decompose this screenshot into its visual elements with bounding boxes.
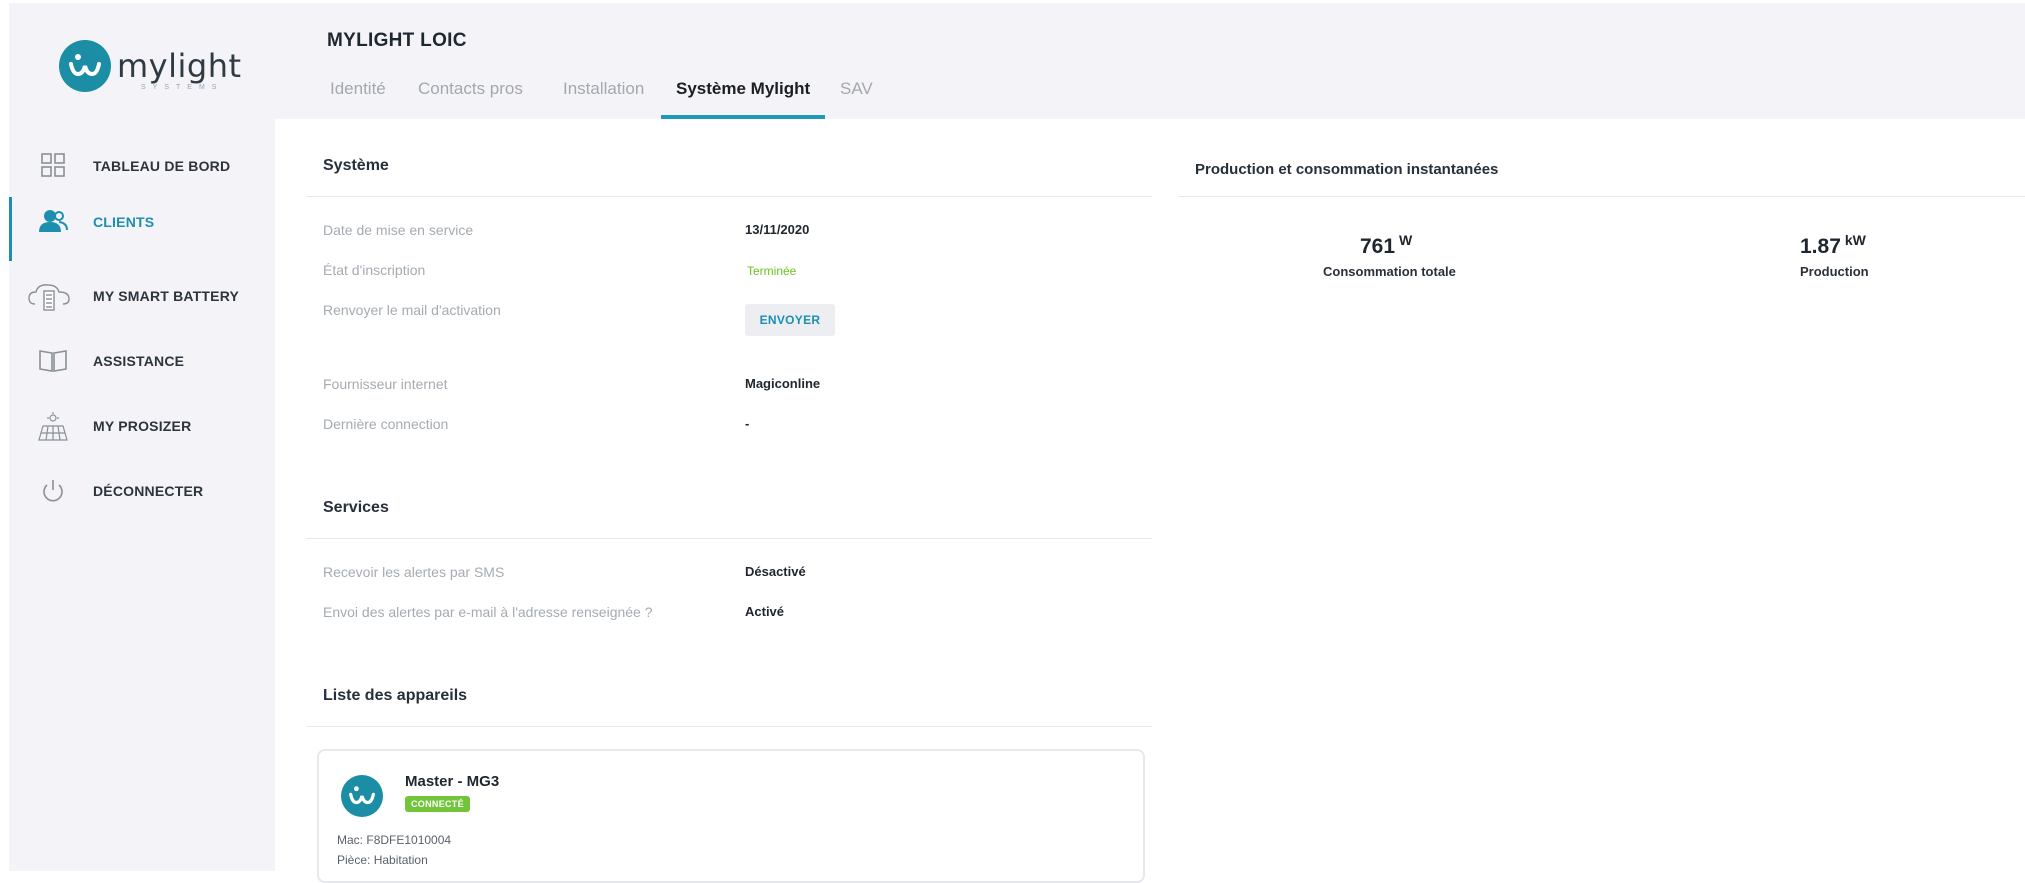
divider xyxy=(1178,196,2025,197)
sidebar-item-label: ASSISTANCE xyxy=(93,353,185,369)
device-logo-icon xyxy=(341,775,383,817)
status-badge: CONNECTÉ xyxy=(405,796,470,812)
field-label: Dernière connection xyxy=(323,416,449,432)
production-unit: kW xyxy=(1844,232,1866,248)
tab-contacts-pros[interactable]: Contacts pros xyxy=(403,75,538,119)
derniere-connection-value: - xyxy=(745,416,750,431)
sidebar-item-my-smart-battery[interactable]: MY SMART BATTERY xyxy=(9,271,275,321)
field-label: Fournisseur internet xyxy=(323,376,448,392)
tab-identite[interactable]: Identité xyxy=(315,75,401,119)
send-activation-button[interactable]: ENVOYER xyxy=(745,304,835,336)
production-label: Production xyxy=(1800,264,1869,279)
date-mise-en-service-value: 13/11/2020 xyxy=(745,222,810,237)
divider xyxy=(306,726,1152,727)
page-title: MYLIGHT LOIC xyxy=(327,30,467,51)
field-label: Date de mise en service xyxy=(323,222,474,238)
production-value: 1.87 kW xyxy=(1800,232,1866,259)
production-number: 1.87 xyxy=(1800,235,1841,258)
field-label: Envoi des alertes par e-mail à l'adresse… xyxy=(323,604,653,620)
sidebar: mylight SYSTEMS TABLEAU DE BORD CLIENTS xyxy=(9,3,275,871)
field-label: Recevoir les alertes par SMS xyxy=(323,564,505,580)
grid-icon xyxy=(37,152,69,180)
device-room-label: Pièce: xyxy=(337,853,371,867)
users-icon xyxy=(37,208,69,236)
device-mac-label: Mac: xyxy=(337,833,364,847)
etat-inscription-value: Terminée xyxy=(747,264,797,278)
sidebar-item-label: CLIENTS xyxy=(93,214,155,230)
fournisseur-internet-value: Magiconline xyxy=(745,376,821,391)
device-room: Pièce: Habitation xyxy=(337,853,428,867)
tab-installation[interactable]: Installation xyxy=(548,75,659,119)
client-header: MYLIGHT LOIC Identité Contacts pros Inst… xyxy=(275,3,2025,119)
field-label: État d'inscription xyxy=(323,262,426,278)
sidebar-item-label: DÉCONNECTER xyxy=(93,483,204,499)
power-icon xyxy=(37,477,69,505)
tab-sav[interactable]: SAV xyxy=(825,75,888,119)
tab-systeme-mylight[interactable]: Système Mylight xyxy=(661,75,826,119)
sidebar-item-my-prosizer[interactable]: MY PROSIZER xyxy=(9,401,275,451)
sidebar-item-label: MY PROSIZER xyxy=(93,418,192,434)
solar-panel-icon xyxy=(37,412,69,441)
brand-subtitle: SYSTEMS xyxy=(141,84,224,91)
sms-alerts-value: Désactivé xyxy=(745,564,806,579)
device-mac: Mac: F8DFE1010004 xyxy=(337,833,451,847)
device-mac-value: F8DFE1010004 xyxy=(366,833,452,847)
device-card[interactable]: Master - MG3 CONNECTÉ Mac: F8DFE1010004 … xyxy=(317,749,1145,883)
section-title-production: Production et consommation instantanées xyxy=(1195,161,1499,178)
consommation-unit: W xyxy=(1399,232,1413,248)
logo-mark-icon xyxy=(59,40,111,92)
device-room-value: Habitation xyxy=(373,853,428,867)
section-title-appareils: Liste des appareils xyxy=(323,687,468,704)
section-title-services: Services xyxy=(323,499,389,516)
sidebar-item-assistance[interactable]: ASSISTANCE xyxy=(9,336,275,386)
field-label: Renvoyer le mail d'activation xyxy=(323,302,501,318)
divider xyxy=(306,196,1152,197)
consommation-number: 761 xyxy=(1360,235,1396,258)
sidebar-item-clients[interactable]: CLIENTS xyxy=(9,197,275,261)
device-name: Master - MG3 xyxy=(405,773,500,790)
section-title-systeme: Système xyxy=(323,157,389,174)
book-icon xyxy=(37,347,69,375)
sidebar-item-label: MY SMART BATTERY xyxy=(93,288,240,304)
cloud-battery-icon xyxy=(27,282,71,311)
sidebar-item-deconnecter[interactable]: DÉCONNECTER xyxy=(9,466,275,516)
brand-name: mylight xyxy=(117,47,242,85)
divider xyxy=(306,538,1152,539)
consommation-label: Consommation totale xyxy=(1323,264,1456,279)
sidebar-item-tableau-de-bord[interactable]: TABLEAU DE BORD xyxy=(9,141,275,191)
consommation-value: 761 W xyxy=(1360,232,1412,259)
email-alerts-value: Activé xyxy=(745,604,785,619)
sidebar-item-label: TABLEAU DE BORD xyxy=(93,158,231,174)
